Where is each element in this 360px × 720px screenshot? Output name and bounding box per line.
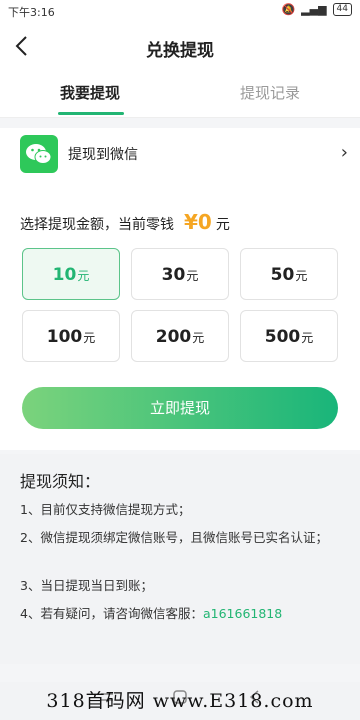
watermark-text: 318首码网 www.E318.com [46,690,314,712]
amount-value: 50 [270,265,295,285]
page-title: 兑换提现 [146,41,214,61]
amount-option-500[interactable]: 500元 [240,310,338,362]
amount-unit: 元 [295,269,308,283]
mute-icon: 🔕 [281,3,296,16]
notice-item: 2、微信提现须绑定微信账号，且微信账号已实名认证； [20,530,328,545]
tab-records[interactable]: 提现记录 [210,82,330,103]
tab-bar: 我要提现 提现记录 [0,72,360,118]
withdraw-method-wechat[interactable]: 提现到微信 › [0,128,360,180]
amount-unit: 元 [83,331,96,345]
balance-line: 选择提现金额，当前零钱 ¥ 0 元 [20,210,230,234]
amount-option-200[interactable]: 200元 [131,310,229,362]
customer-service-id: a161661818 [202,606,283,621]
chevron-right-icon: › [340,142,348,163]
amount-option-50[interactable]: 50元 [240,248,338,300]
amount-option-100[interactable]: 100元 [22,310,120,362]
tab-withdraw[interactable]: 我要提现 [30,82,150,103]
amount-option-30[interactable]: 30元 [131,248,229,300]
notice-item-contact: 4、若有疑问，请咨询微信客服：a161661818 [20,604,350,624]
notice-item: 1、目前仅支持微信提现方式； [20,502,191,517]
amount-value: 30 [161,265,186,285]
amount-unit: 元 [301,331,314,345]
amount-unit: 元 [192,331,205,345]
wechat-label: 提现到微信 [68,147,138,163]
balance-prefix: 选择提现金额，当前零钱 [20,217,174,233]
amount-value: 10 [52,265,77,285]
amount-value: 500 [264,327,301,347]
notice-panel: 提现须知： 1、目前仅支持微信提现方式； 2、微信提现须绑定微信账号，且微信账号… [0,454,360,664]
amount-unit: 元 [186,269,199,283]
withdraw-button[interactable]: 立即提现 [22,387,338,429]
balance-value: 0 [197,210,212,234]
battery-icon: 44 [332,3,352,16]
notice-item: 3、当日提现当日到账； [20,578,153,593]
status-icons: 🔕 ▂▄▆ 44 [281,3,352,16]
status-time: 下午3:16 [8,6,55,19]
amount-unit: 元 [77,269,90,283]
status-bar: 下午3:16 🔕 ▂▄▆ 44 [0,0,360,22]
balance-unit: 元 [215,217,230,233]
wechat-icon [20,135,58,173]
amount-value: 100 [46,327,83,347]
notice-item-text: 4、若有疑问，请咨询微信客服： [20,606,203,621]
amount-option-10[interactable]: 10元 [22,248,120,300]
currency-symbol: ¥ [184,210,198,234]
tab-active-indicator [58,112,124,115]
amount-value: 200 [155,327,192,347]
nav-bar: 兑换提现 [0,22,360,72]
notice-title: 提现须知： [20,472,101,491]
signal-icon: ▂▄▆ [301,3,327,16]
